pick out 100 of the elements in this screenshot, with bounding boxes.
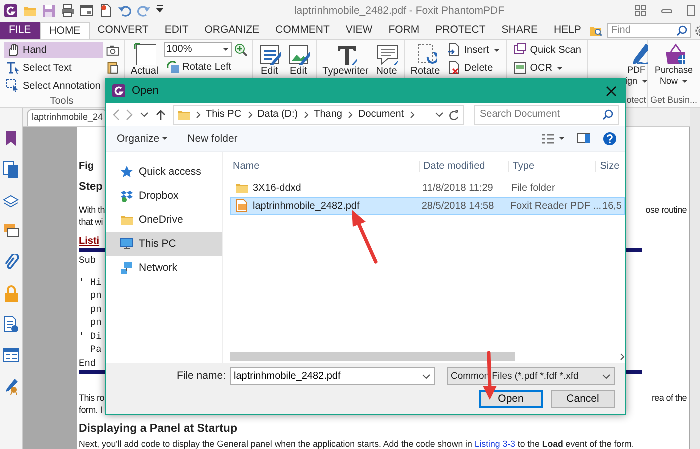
selection-icon (6, 79, 20, 93)
menu-tab[interactable]: COMMENT (268, 22, 338, 39)
file-name: laptrinhmobile_2482.pdf (253, 200, 360, 212)
ribbon-button[interactable]: Delete (445, 60, 502, 76)
chevron-right-icon (246, 110, 253, 118)
nav-item[interactable]: This PC (106, 232, 222, 256)
column-header[interactable]: Size (595, 161, 625, 172)
search-icon[interactable] (676, 25, 688, 37)
menu-tab[interactable]: FILE (0, 22, 40, 39)
new-document-icon[interactable] (99, 4, 113, 18)
folder-icon (235, 181, 249, 195)
ribbon-options-icon[interactable] (635, 4, 647, 16)
paragraph-text: ose routine (646, 204, 687, 216)
page-icon (134, 43, 156, 65)
ribbon-button[interactable]: Typewriter (320, 42, 371, 92)
ribbon-button[interactable]: Hand (4, 42, 103, 58)
ribbon-button[interactable]: Select Text (4, 60, 103, 76)
figure-caption: Fig (79, 161, 94, 173)
address-bar[interactable]: This PC Data (D:) Thang Document (173, 104, 464, 124)
ribbon-button[interactable]: Rotate Left (164, 59, 248, 75)
help-icon[interactable] (603, 132, 617, 146)
document-icon[interactable] (2, 316, 20, 333)
scrollbar-thumb[interactable] (230, 352, 515, 361)
window-title: laptrinhmobile_2482.pdf - Foxit PhantomPDF (293, 4, 506, 16)
up-arrow-icon[interactable] (155, 108, 167, 120)
pages-icon[interactable] (2, 161, 20, 178)
menu-tab[interactable]: HELP (546, 22, 590, 39)
file-type: File folder (511, 182, 556, 194)
nav-item[interactable]: OneDrive (106, 208, 222, 232)
menu-tab[interactable]: ORGANIZE (196, 22, 268, 39)
chevron-right-icon (303, 110, 310, 118)
nav-item[interactable]: Network (106, 256, 222, 280)
column-header[interactable]: Type (508, 161, 596, 172)
dialog-button[interactable]: Open (479, 390, 543, 408)
refresh-icon[interactable] (448, 108, 460, 120)
search-field[interactable]: Search Document (474, 104, 619, 124)
toolbar-button[interactable]: New folder (184, 130, 241, 146)
undo-icon[interactable] (118, 4, 132, 18)
toolbar-button[interactable]: Organize (114, 130, 171, 146)
dialog-button[interactable]: Cancel (551, 390, 615, 408)
find-field[interactable]: Find (607, 23, 692, 38)
column-header[interactable]: Date modified (418, 161, 508, 172)
code-line: pn (89, 289, 102, 302)
clipboard-icon[interactable] (106, 61, 120, 75)
ribbon-button[interactable]: Quick Scan (511, 42, 584, 58)
paragraph-text: Next, you'll add code to display the General panel when the application starts. Add the code shown in Listing 3-3 to the Load event of the form. (79, 438, 634, 449)
maximize-icon[interactable] (687, 4, 696, 16)
close-button[interactable] (604, 84, 619, 98)
window-icon[interactable] (80, 4, 94, 18)
file-row[interactable]: laptrinhmobile_2482.pdf 28/5/2018 14:58 Foxit Reader PDF ...16,5 (230, 197, 625, 215)
preview-pane-icon[interactable] (577, 132, 591, 145)
edit-image-icon (288, 43, 310, 65)
step-heading: Step (79, 180, 103, 194)
print-icon[interactable] (61, 4, 75, 18)
breadcrumb[interactable]: Thang (313, 109, 344, 120)
code-line: pn (89, 302, 102, 316)
ribbon-button[interactable]: Insert (445, 42, 502, 58)
menu-tab[interactable]: HOME (40, 22, 90, 39)
camera-icon[interactable] (106, 44, 120, 58)
chevron-down-icon[interactable] (422, 373, 431, 380)
breadcrumb[interactable]: Document (357, 109, 406, 120)
code-line: ' Di (79, 330, 102, 343)
column-header[interactable]: Name (230, 161, 419, 172)
file-name-field[interactable]: laptrinhmobile_2482.pdf (230, 367, 435, 385)
breadcrumb[interactable]: Data (D:) (256, 109, 300, 120)
ribbon-button[interactable]: PDF ign (626, 41, 648, 91)
close-icon (606, 86, 617, 96)
link[interactable]: Listing 3-3 (474, 439, 516, 449)
folder-icon (120, 213, 134, 227)
paperclip-icon[interactable] (2, 254, 20, 271)
chevron-down-icon[interactable] (140, 111, 149, 118)
section-heading: Displaying a Panel at Startup (79, 422, 238, 436)
menu-tab[interactable]: VIEW (338, 22, 381, 39)
view-options-icon[interactable] (541, 132, 555, 144)
nav-item[interactable]: Dropbox (106, 184, 222, 208)
ocr-icon (513, 61, 528, 75)
zoom-in-icon[interactable] (234, 42, 248, 56)
scroll-right-icon[interactable] (619, 352, 625, 360)
ribbon-button[interactable]: OCR (511, 60, 584, 76)
menu-tab[interactable]: EDIT (156, 22, 197, 39)
breadcrumb[interactable]: This PC (205, 109, 243, 120)
file-date: 28/5/2018 14:58 (422, 200, 494, 212)
comments-icon[interactable] (2, 223, 20, 240)
ribbon-button[interactable]: Select Annotation (4, 78, 103, 94)
save-icon[interactable] (42, 4, 56, 18)
ribbon-button[interactable]: Purchase Now (654, 41, 694, 91)
dialog-title: Open (132, 85, 159, 97)
menu-tab[interactable]: SHARE (494, 22, 546, 39)
nav-item[interactable]: Quick access (106, 160, 222, 184)
group-label: Get Busin... (650, 94, 698, 105)
zoom-dropdown[interactable]: 100% (164, 42, 232, 57)
note-icon (376, 43, 398, 65)
ribbon-button[interactable]: Rotate (408, 42, 442, 92)
chevron-down-icon[interactable] (435, 111, 444, 118)
form-icon[interactable] (2, 347, 20, 364)
search-icon[interactable] (602, 108, 614, 120)
menu-tab[interactable]: PROTECT (428, 22, 494, 39)
menu-tab[interactable]: CONVERT (90, 22, 157, 39)
file-row[interactable]: 3X16-ddxd 11/8/2018 11:29 File folder (230, 179, 625, 197)
menu-tab[interactable]: FORM (380, 22, 428, 39)
